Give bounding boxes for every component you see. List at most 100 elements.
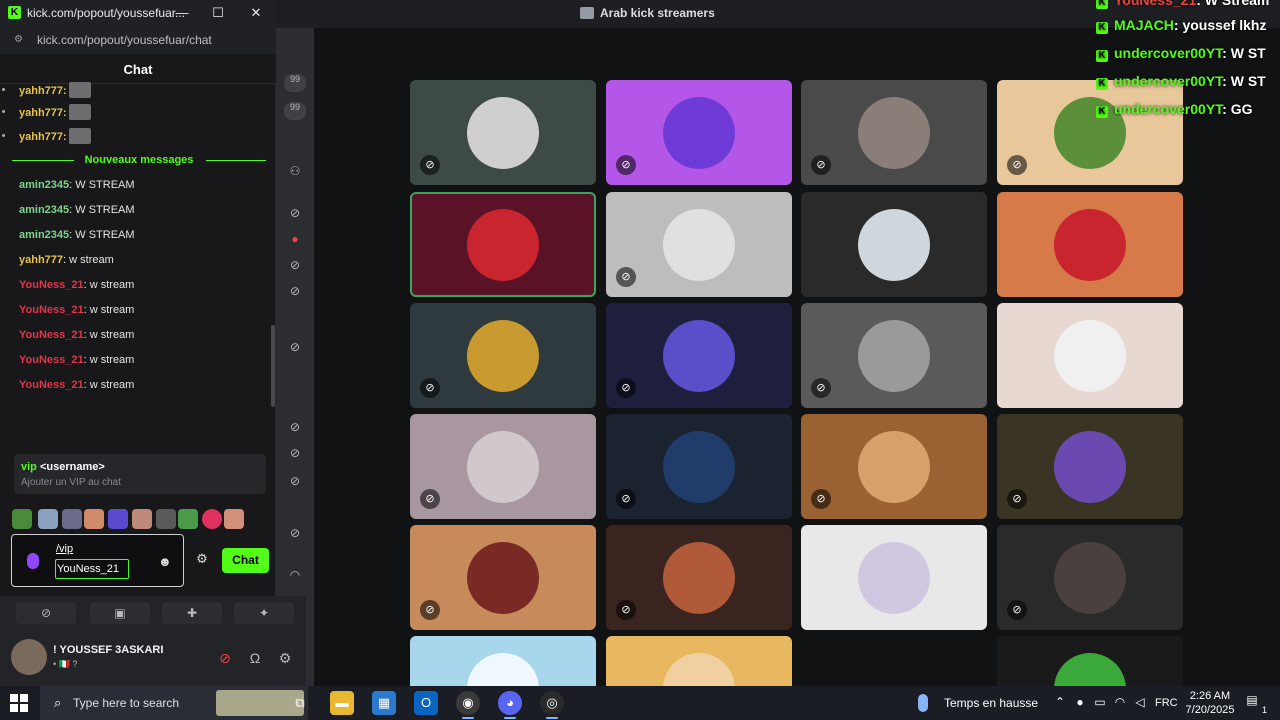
participant-tile[interactable]: ⊘ bbox=[801, 414, 987, 519]
soundboard-button[interactable]: ✦ bbox=[234, 602, 294, 624]
chat-settings-gear-icon[interactable]: ⚙ bbox=[194, 551, 210, 567]
muted-mic-icon: ⊘ bbox=[420, 378, 440, 398]
muted-mic-icon: ⊘ bbox=[420, 155, 440, 175]
chat-scrollbar[interactable] bbox=[271, 325, 275, 407]
wifi-icon[interactable]: ◠ bbox=[1112, 695, 1128, 709]
discord-icon[interactable]: ◕ bbox=[498, 691, 522, 719]
emote-button[interactable] bbox=[38, 509, 58, 529]
user-avatar[interactable] bbox=[11, 639, 47, 675]
voice-channel-icon bbox=[580, 7, 594, 19]
chrome-icon[interactable]: ◉ bbox=[456, 691, 480, 719]
obs-icon[interactable]: ◎ bbox=[540, 691, 564, 719]
participant-avatar bbox=[663, 96, 735, 169]
battery-icon[interactable]: ▭ bbox=[1092, 695, 1108, 709]
kick-chat-popout-window: K kick.com/popout/youssefuar... — ☐ ✕ ⚙ … bbox=[0, 0, 276, 596]
muted-mic-icon: ⊘ bbox=[289, 526, 301, 540]
url-text[interactable]: kick.com/popout/youssefuar/chat bbox=[37, 33, 212, 47]
participant-tile[interactable]: ⊘ bbox=[801, 80, 987, 185]
taskbar-clock[interactable]: 2:26 AM 7/20/2025 bbox=[1185, 689, 1235, 717]
participant-tile[interactable]: ⊘ bbox=[410, 303, 596, 408]
minimize-button[interactable]: — bbox=[172, 3, 192, 23]
participant-tile[interactable]: ⊘ bbox=[606, 80, 792, 185]
close-button[interactable]: ✕ bbox=[246, 3, 266, 23]
volume-icon[interactable]: ◁ bbox=[1132, 695, 1148, 709]
emote-button[interactable] bbox=[62, 509, 82, 529]
user-display-name[interactable]: ! YOUSSEF 3ASKARI bbox=[53, 644, 163, 656]
participant-tile[interactable]: ⊘ bbox=[410, 414, 596, 519]
chat-input-command[interactable]: /vip bbox=[56, 543, 73, 555]
participant-tile[interactable]: ⊘ bbox=[606, 414, 792, 519]
chat-message: YouNess_21: w stream bbox=[19, 304, 134, 316]
participant-tile[interactable] bbox=[997, 303, 1183, 408]
disconnect-icon[interactable]: ◠ bbox=[284, 568, 306, 586]
participant-tile[interactable]: ⊘ bbox=[410, 80, 596, 185]
participant-tile[interactable]: ⊘ bbox=[606, 525, 792, 630]
participant-tile[interactable]: ⊘ bbox=[606, 303, 792, 408]
chat-message-text: : W STREAM bbox=[69, 179, 135, 191]
command-suggestion[interactable]: vip <username> Ajouter un VIP au chat bbox=[14, 454, 266, 494]
mute-mic-icon[interactable]: ⊘ bbox=[215, 648, 235, 668]
microsoft-store-icon[interactable]: ▦ bbox=[372, 691, 396, 715]
chat-input-box[interactable]: /vip YouNess_21 ☻ bbox=[11, 534, 184, 587]
screen-share-button[interactable]: ▣ bbox=[90, 602, 150, 624]
chat-username[interactable]: YouNess_21 bbox=[19, 354, 84, 366]
taskbar-search[interactable]: ⌕ Type here to search bbox=[40, 686, 308, 720]
chat-message: YouNess_21: w stream bbox=[19, 379, 134, 391]
chat-username[interactable]: yahh777: bbox=[19, 85, 67, 97]
chat-username[interactable]: YouNess_21 bbox=[19, 279, 84, 291]
participant-tile[interactable] bbox=[801, 525, 987, 630]
add-user-icon[interactable]: ⚇ bbox=[284, 164, 306, 182]
participant-tile[interactable]: ⊘ bbox=[410, 525, 596, 630]
emoji-picker-icon[interactable]: ☻ bbox=[158, 554, 172, 569]
emote-button[interactable] bbox=[12, 509, 32, 529]
chat-username[interactable]: yahh777 bbox=[19, 254, 63, 266]
chat-username[interactable]: amin2345 bbox=[19, 229, 69, 241]
emote-button[interactable] bbox=[132, 509, 152, 529]
emote-button[interactable] bbox=[156, 509, 176, 529]
participant-tile[interactable] bbox=[410, 192, 596, 297]
camera-off-button[interactable]: ⊘ bbox=[16, 602, 76, 624]
input-language[interactable]: FRC bbox=[1155, 697, 1178, 709]
muted-mic-icon: ⊘ bbox=[289, 340, 301, 354]
weather-text: Temps en hausse bbox=[944, 696, 1039, 710]
chat-username[interactable]: YouNess_21 bbox=[19, 329, 84, 341]
chat-username[interactable]: YouNess_21 bbox=[19, 379, 84, 391]
participant-tile[interactable] bbox=[997, 192, 1183, 297]
task-view-icon[interactable]: ⧉ bbox=[288, 691, 312, 715]
participant-tile[interactable]: ⊘ bbox=[801, 303, 987, 408]
activities-button[interactable]: ✚ bbox=[162, 602, 222, 624]
participant-tile[interactable]: ⊘ bbox=[997, 414, 1183, 519]
show-hidden-icons-chevron-icon[interactable]: ⌃ bbox=[1052, 695, 1068, 709]
chat-emote bbox=[68, 128, 91, 144]
chat-input-username[interactable]: YouNess_21 bbox=[55, 559, 129, 579]
microphone-tray-icon[interactable]: ● bbox=[1072, 695, 1088, 709]
chat-username[interactable]: yahh777: bbox=[19, 131, 67, 143]
muted-mic-icon: ⊘ bbox=[289, 258, 301, 272]
notification-center-icon[interactable]: ▤ 1 bbox=[1243, 693, 1267, 715]
headphones-icon[interactable]: Ω bbox=[245, 648, 265, 668]
chat-message-list[interactable]: yahh777: yahh777: yahh777: Nouveaux message… bbox=[0, 82, 270, 404]
site-info-icon[interactable]: ⚙ bbox=[14, 34, 26, 46]
microphone-icon[interactable] bbox=[27, 553, 39, 569]
maximize-button[interactable]: ☐ bbox=[208, 3, 228, 23]
user-settings-gear-icon[interactable]: ⚙ bbox=[275, 648, 295, 668]
file-explorer-icon[interactable]: ▬ bbox=[330, 691, 354, 715]
emote-button[interactable] bbox=[202, 509, 222, 529]
chat-username[interactable]: yahh777: bbox=[19, 107, 67, 119]
chat-username[interactable]: amin2345 bbox=[19, 204, 69, 216]
voice-controls-bar: ⊘ ▣ ✚ ✦ bbox=[0, 596, 306, 630]
address-bar[interactable]: ⚙ kick.com/popout/youssefuar/chat bbox=[0, 26, 276, 54]
chat-username[interactable]: YouNess_21 bbox=[19, 304, 84, 316]
chat-username[interactable]: amin2345 bbox=[19, 179, 69, 191]
emote-button[interactable] bbox=[84, 509, 104, 529]
emote-button[interactable] bbox=[108, 509, 128, 529]
participant-tile[interactable]: ⊘ bbox=[997, 525, 1183, 630]
emote-button[interactable] bbox=[224, 509, 244, 529]
outlook-icon[interactable]: O bbox=[414, 691, 438, 715]
windows-start-icon[interactable] bbox=[10, 694, 28, 712]
participant-tile[interactable] bbox=[801, 192, 987, 297]
participant-tile[interactable]: ⊘ bbox=[606, 192, 792, 297]
search-placeholder[interactable]: Type here to search bbox=[73, 696, 179, 710]
send-chat-button[interactable]: Chat bbox=[222, 548, 269, 573]
emote-button[interactable] bbox=[178, 509, 198, 529]
